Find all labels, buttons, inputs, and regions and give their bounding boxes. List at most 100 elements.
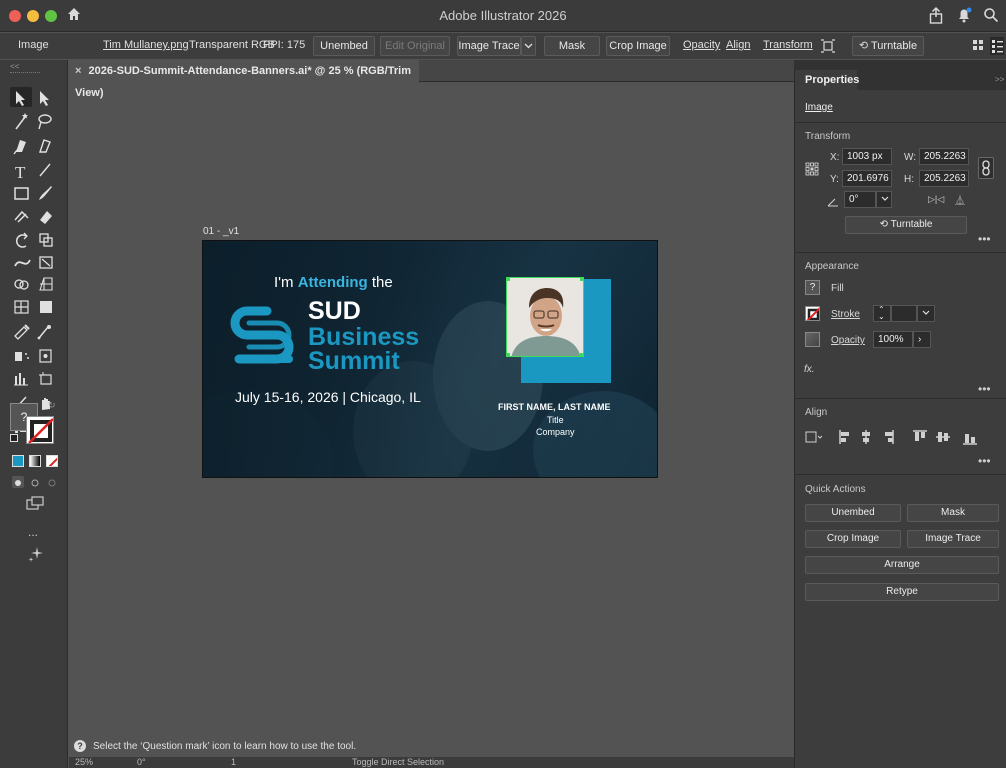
- sparkle-icon[interactable]: [28, 546, 44, 562]
- flip-horizontal-icon[interactable]: ▷|◁: [928, 194, 944, 205]
- stroke-weight-stepper[interactable]: ⌃ ⌄: [873, 305, 891, 322]
- opacity-link[interactable]: Opacity: [683, 39, 720, 51]
- fx-label[interactable]: fx.: [804, 364, 815, 375]
- image-trace-button[interactable]: Image Trace: [457, 36, 521, 56]
- edit-original-button[interactable]: Edit Original: [380, 36, 450, 56]
- quick-crop-image-button[interactable]: Crop Image: [805, 530, 901, 548]
- isolate-icon[interactable]: [820, 39, 836, 53]
- panel-collapse-icon[interactable]: <<: [10, 62, 19, 71]
- artboard-navigation[interactable]: 1: [231, 757, 236, 767]
- turntable-icon: ⟲: [879, 219, 888, 230]
- color-mode-swatch[interactable]: [12, 455, 24, 467]
- linked-file-link[interactable]: Tim Mullaney.png: [103, 39, 189, 51]
- gradient-tool-icon: [40, 301, 52, 313]
- quick-mask-button[interactable]: Mask: [907, 504, 999, 522]
- properties-tab-bar: Properties >>: [795, 70, 1006, 90]
- mask-button[interactable]: Mask: [544, 36, 600, 56]
- constrain-proportions-icon[interactable]: [978, 157, 994, 179]
- flip-vertical-icon[interactable]: ⏅: [955, 192, 965, 207]
- vertical-align-center-icon: [936, 432, 950, 442]
- rotation-view[interactable]: 0°: [137, 757, 146, 767]
- help-question-icon[interactable]: ?: [74, 740, 86, 752]
- more-align-options-icon[interactable]: •••: [978, 454, 991, 468]
- gradient-mode-swatch[interactable]: [29, 455, 41, 467]
- opacity-field[interactable]: 100%: [873, 331, 913, 348]
- draw-behind-icon[interactable]: [29, 476, 41, 488]
- quick-unembed-button[interactable]: Unembed: [805, 504, 901, 522]
- turntable-panel-label: Turntable: [890, 219, 933, 230]
- stroke-weight-field[interactable]: [891, 305, 917, 322]
- eyedropper-tool-icon: [14, 324, 30, 340]
- align-to-selection-icon: [805, 431, 823, 443]
- mesh-tool-icon: [14, 300, 29, 314]
- rotate-angle-icon: [827, 194, 839, 207]
- unembed-button[interactable]: Unembed: [313, 36, 375, 56]
- tools-panel: << T ? ↻ ...: [0, 60, 68, 768]
- attendee-name: FIRST NAME, LAST NAME: [498, 402, 611, 412]
- rotate-angle-field[interactable]: 0°: [844, 191, 876, 208]
- selection-handle[interactable]: [507, 278, 510, 281]
- stroke-swatch-panel[interactable]: [805, 306, 820, 321]
- turntable-button[interactable]: ⟲ Turntable: [852, 36, 924, 56]
- none-icon: [48, 457, 57, 466]
- swap-fill-stroke-icon[interactable]: ↻: [48, 400, 56, 411]
- reference-point-icon[interactable]: [805, 162, 819, 176]
- quick-arrange-button[interactable]: Arrange: [805, 556, 999, 574]
- stroke-weight-dropdown[interactable]: [917, 305, 935, 322]
- x-label: X:: [830, 152, 840, 163]
- search-icon[interactable]: [983, 7, 999, 23]
- appearance-heading: Appearance: [805, 261, 859, 272]
- close-tab-icon[interactable]: ×: [75, 65, 81, 77]
- zoom-level[interactable]: 25%: [75, 757, 93, 767]
- panel-menu-icon[interactable]: [990, 37, 1004, 55]
- notifications-icon[interactable]: [956, 6, 972, 24]
- screen-mode-icon[interactable]: [26, 496, 44, 510]
- fill-unknown-swatch[interactable]: ?: [805, 280, 820, 295]
- none-mode-swatch[interactable]: [46, 455, 58, 467]
- quick-retype-button[interactable]: Retype: [805, 583, 999, 601]
- w-field[interactable]: 205.2263: [919, 148, 969, 165]
- y-field[interactable]: 201.6976: [842, 170, 892, 187]
- object-type-label[interactable]: Image: [805, 102, 833, 113]
- right-panel-top-strip: [794, 60, 1006, 70]
- opacity-expand[interactable]: ›: [913, 331, 931, 348]
- current-tool-status[interactable]: Toggle Direct Selection: [352, 757, 444, 767]
- default-fill-stroke-icon[interactable]: [10, 434, 18, 442]
- none-swatch-icon: [28, 418, 53, 443]
- image-trace-dropdown[interactable]: [521, 36, 536, 56]
- arrange-documents-icon[interactable]: [972, 39, 984, 51]
- pen-tool-icon: [13, 140, 26, 155]
- crop-image-button[interactable]: Crop Image: [606, 36, 670, 56]
- artboard[interactable]: I'm Attending the SUD Business Summit Ju…: [202, 240, 658, 478]
- more-transform-options-icon[interactable]: •••: [978, 232, 991, 246]
- selection-handle[interactable]: [507, 353, 510, 356]
- transform-link[interactable]: Transform: [763, 39, 813, 51]
- properties-tab[interactable]: Properties: [795, 70, 859, 90]
- rotate-angle-dropdown[interactable]: [876, 191, 892, 208]
- horizontal-align-right-icon: [885, 430, 894, 444]
- panel-grip[interactable]: [10, 72, 40, 74]
- properties-panel: Properties >> Image Transform X: 1003 px…: [794, 70, 1006, 768]
- x-field[interactable]: 1003 px: [842, 148, 892, 165]
- turntable-panel-button[interactable]: ⟲ Turntable: [845, 216, 967, 234]
- draw-inside-icon[interactable]: [46, 476, 58, 488]
- document-tab[interactable]: × 2026-SUD-Summit-Attendance-Banners.ai*…: [69, 60, 419, 99]
- selection-handle[interactable]: [580, 353, 583, 356]
- draw-normal-icon[interactable]: [12, 476, 24, 488]
- selection-handle[interactable]: [580, 278, 583, 281]
- stroke-label[interactable]: Stroke: [831, 309, 860, 320]
- stroke-swatch[interactable]: [26, 416, 54, 444]
- rectangle-tool-icon: [14, 187, 29, 200]
- h-label: H:: [904, 174, 914, 185]
- edit-toolbar-button[interactable]: ...: [28, 525, 38, 539]
- quick-image-trace-button[interactable]: Image Trace: [907, 530, 999, 548]
- share-icon[interactable]: [928, 6, 944, 24]
- collapse-panel-icon[interactable]: >>: [995, 75, 1004, 84]
- opacity-label[interactable]: Opacity: [831, 335, 865, 346]
- more-appearance-options-icon[interactable]: •••: [978, 382, 991, 396]
- fill-label: Fill: [831, 283, 844, 294]
- attendee-photo[interactable]: [506, 277, 584, 357]
- h-field[interactable]: 205.2263: [919, 170, 969, 187]
- align-link[interactable]: Align: [726, 39, 750, 51]
- artboard-label[interactable]: 01 - _v1: [203, 226, 239, 237]
